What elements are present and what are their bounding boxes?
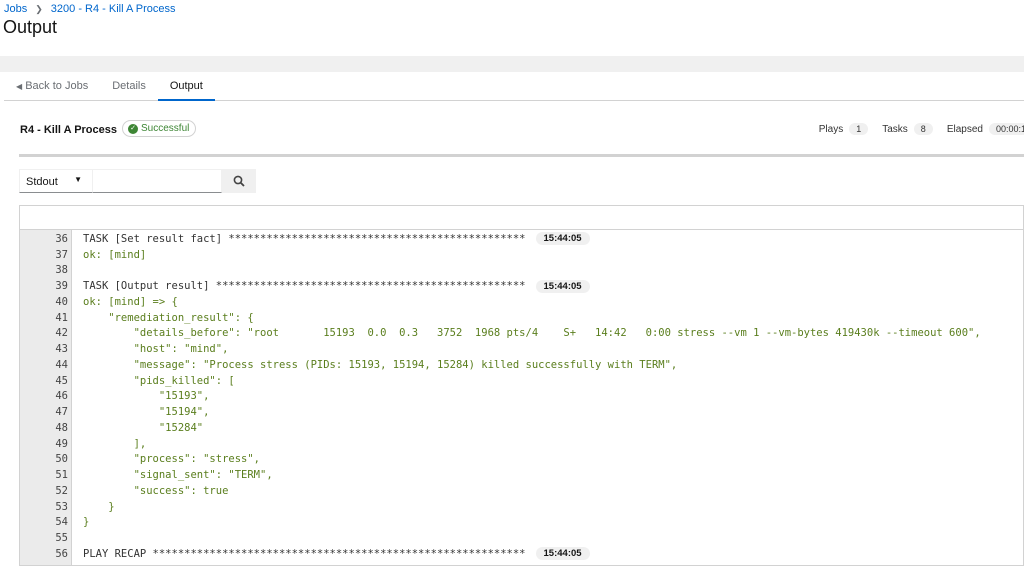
- tab-bar: ◀ Back to Jobs Details Output: [4, 72, 1024, 101]
- line-text: "success": true: [83, 484, 229, 497]
- job-stats: Plays 1 Tasks 8 Elapsed 00:00:10: [819, 123, 1024, 135]
- line-text: "process": "stress",: [83, 453, 261, 466]
- output-line: 47 "15194",: [20, 404, 1023, 420]
- line-number: 44: [55, 358, 68, 371]
- output-line: 50 "process": "stress",: [20, 452, 1023, 468]
- caret-left-icon: ◀: [16, 82, 23, 91]
- timestamp-badge: 15:44:05: [535, 279, 590, 293]
- search-input[interactable]: [92, 169, 222, 193]
- line-text: "message": "Process stress (PIDs: 15193,…: [83, 358, 678, 371]
- line-number: 54: [55, 516, 68, 529]
- output-line: 38: [20, 263, 1023, 279]
- output-line: 49 ],: [20, 436, 1023, 452]
- output-line: 45 "pids_killed": [: [20, 373, 1023, 389]
- tab-back-to-jobs[interactable]: ◀ Back to Jobs: [4, 72, 100, 101]
- line-number: 50: [55, 453, 68, 466]
- output-header: [20, 206, 1023, 230]
- timestamp-badge: 15:44:05: [535, 232, 590, 246]
- line-text: ok: [mind]: [83, 248, 147, 261]
- line-text: "15194",: [83, 406, 210, 419]
- line-number: 45: [55, 374, 68, 387]
- search-icon: [233, 175, 245, 187]
- breadcrumb-job[interactable]: 3200 - R4 - Kill A Process: [51, 3, 176, 15]
- line-number: 40: [55, 295, 68, 308]
- output-line: 46 "15193",: [20, 389, 1023, 405]
- line-text: PLAY RECAP *****************************…: [83, 547, 526, 560]
- page-title: Output: [3, 17, 58, 37]
- output-line: 40 ok: [mind] => {: [20, 294, 1023, 310]
- line-number: 38: [55, 264, 68, 277]
- job-card: ◀ Back to Jobs Details Output R4 - Kill …: [4, 72, 1024, 570]
- line-number: 53: [55, 500, 68, 513]
- line-number: 42: [55, 327, 68, 340]
- line-text: "details_before": "root 15193 0.0 0.3 37…: [83, 327, 981, 340]
- output-line: 51 "signal_sent": "TERM",: [20, 467, 1023, 483]
- stream-select[interactable]: Stdout ▼: [19, 169, 92, 193]
- line-number: 47: [55, 406, 68, 419]
- line-number: 51: [55, 469, 68, 482]
- output-line: 41 "remediation_result": {: [20, 310, 1023, 326]
- breadcrumb: Jobs ❯ 3200 - R4 - Kill A Process: [4, 3, 176, 15]
- output-line: 53 }: [20, 499, 1023, 515]
- output-line: 56 PLAY RECAP ***************************…: [20, 546, 1023, 562]
- line-number: 46: [55, 390, 68, 403]
- line-text: TASK [Output result] *******************…: [83, 280, 526, 293]
- output-filter: Stdout ▼: [19, 169, 256, 193]
- progress-divider: [19, 154, 1024, 157]
- tab-details[interactable]: Details: [100, 72, 158, 101]
- line-number: 49: [55, 437, 68, 450]
- line-text: "15284": [83, 421, 204, 434]
- line-number: 56: [55, 547, 68, 560]
- line-number: 43: [55, 343, 68, 356]
- output-line: 42 "details_before": "root 15193 0.0 0.3…: [20, 326, 1023, 342]
- line-text: ok: [mind] => {: [83, 295, 178, 308]
- caret-down-icon: ▼: [74, 175, 82, 184]
- output-line: 36 TASK [Set result fact] ***************…: [20, 231, 1023, 247]
- line-text: "15193",: [83, 390, 210, 403]
- chevron-right-icon: ❯: [35, 3, 43, 14]
- line-number: 48: [55, 421, 68, 434]
- timestamp-badge: 15:44:05: [535, 547, 590, 561]
- plays-label: Plays: [818, 123, 844, 135]
- line-text: "remediation_result": {: [83, 311, 254, 324]
- line-text: "pids_killed": [: [83, 374, 235, 387]
- output-line: 44 "message": "Process stress (PIDs: 151…: [20, 357, 1023, 373]
- status-badge: ✓ Successful: [122, 120, 197, 137]
- output-line: 43 "host": "mind",: [20, 341, 1023, 357]
- output-line: 39 TASK [Output result] *****************…: [20, 278, 1023, 294]
- search-button[interactable]: [222, 169, 256, 193]
- job-output: 36 TASK [Set result fact] ***************…: [19, 205, 1024, 566]
- divider-band: [0, 56, 1024, 72]
- line-text: TASK [Set result fact] *****************…: [83, 232, 526, 245]
- output-line: 37 ok: [mind]: [20, 247, 1023, 263]
- line-number: 55: [55, 532, 68, 545]
- line-text: "signal_sent": "TERM",: [83, 469, 273, 482]
- line-text: "host": "mind",: [83, 343, 229, 356]
- line-text: }: [83, 500, 115, 513]
- check-circle-icon: ✓: [128, 123, 138, 134]
- output-lines: 36 TASK [Set result fact] ***************…: [20, 231, 1023, 562]
- output-line: 55: [20, 530, 1023, 546]
- line-number: 41: [55, 311, 68, 324]
- tasks-label: Tasks: [882, 123, 908, 135]
- line-number: 36: [55, 232, 68, 245]
- line-number: 39: [55, 280, 68, 293]
- line-number: 37: [55, 248, 68, 261]
- output-line: 48 "15284": [20, 420, 1023, 436]
- line-text: }: [83, 516, 90, 529]
- output-line: 52 "success": true: [20, 483, 1023, 499]
- elapsed-time: 00:00:10: [988, 123, 1024, 135]
- plays-count: 1: [849, 123, 869, 135]
- elapsed-label: Elapsed: [946, 123, 983, 135]
- output-line: 54}: [20, 515, 1023, 531]
- job-name: R4 - Kill A Process: [20, 124, 117, 136]
- line-text: ],: [83, 437, 147, 450]
- breadcrumb-jobs[interactable]: Jobs: [4, 3, 27, 15]
- tab-output[interactable]: Output: [157, 72, 215, 101]
- line-number: 52: [55, 484, 68, 497]
- tasks-count: 8: [913, 123, 933, 135]
